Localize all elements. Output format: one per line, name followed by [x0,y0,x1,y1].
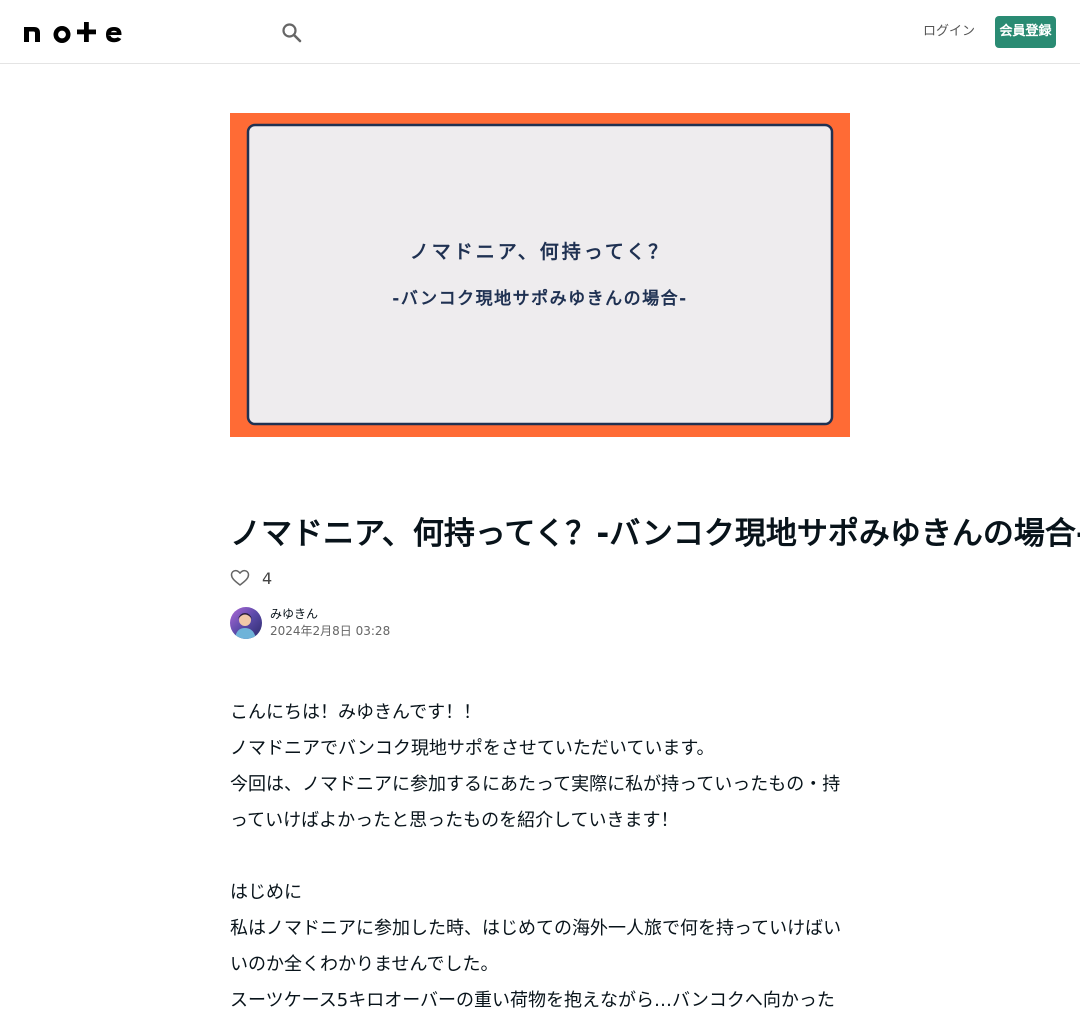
search-icon[interactable] [279,20,305,46]
body-paragraph: ノマドニアでバンコク現地サポをさせていただいています。 [230,738,715,759]
body-paragraph: 私はノマドニアに参加した時、はじめての海外一人旅で何を持っていけばいいのか全くわ… [230,918,842,975]
author-row: みゆきん 2024年2月8日 03:28 [230,607,390,639]
body-paragraph: スーツケース5キロオーバーの重い荷物を抱えながら…バンコクへ向かった [230,990,835,1011]
site-header: ログイン 会員登録 [0,0,1080,64]
body-heading: はじめに [230,882,302,903]
note-logo-mark [24,22,122,43]
note-logo[interactable] [24,20,124,44]
post-date: 2024年2月8日 03:28 [270,624,391,638]
body-blank-line [230,839,850,875]
article-eyecatch-image: ノマドニア、何持ってく？ -バンコク現地サポみゆきんの場合- [230,113,850,437]
login-link[interactable]: ログイン [922,16,976,48]
heart-icon[interactable] [230,568,250,588]
body-paragraph: こんにちは！みゆきんです！！ [230,702,482,723]
signup-button[interactable]: 会員登録 [995,16,1056,48]
article-body: こんにちは！みゆきんです！！ ノマドニアでバンコク現地サポをさせていただいていま… [230,695,850,1019]
like-count: 4 [262,568,273,588]
hero-line-1: ノマドニア、何持ってく？ [410,240,671,263]
author-meta: みゆきん 2024年2月8日 03:28 [270,606,390,640]
like-row: 4 [230,567,272,589]
article-title: ノマドニア、何持ってく？-バンコク現地サポみゆきんの場合- [230,516,1080,552]
hero-panel [246,123,834,426]
hero-line-2: -バンコク現地サポみゆきんの場合- [392,288,687,309]
author-avatar[interactable] [230,607,262,639]
body-paragraph: 今回は、ノマドニアに参加するにあたって実際に私が持っていったもの・持っていけばよ… [230,774,841,831]
author-name[interactable]: みゆきん [270,606,390,622]
